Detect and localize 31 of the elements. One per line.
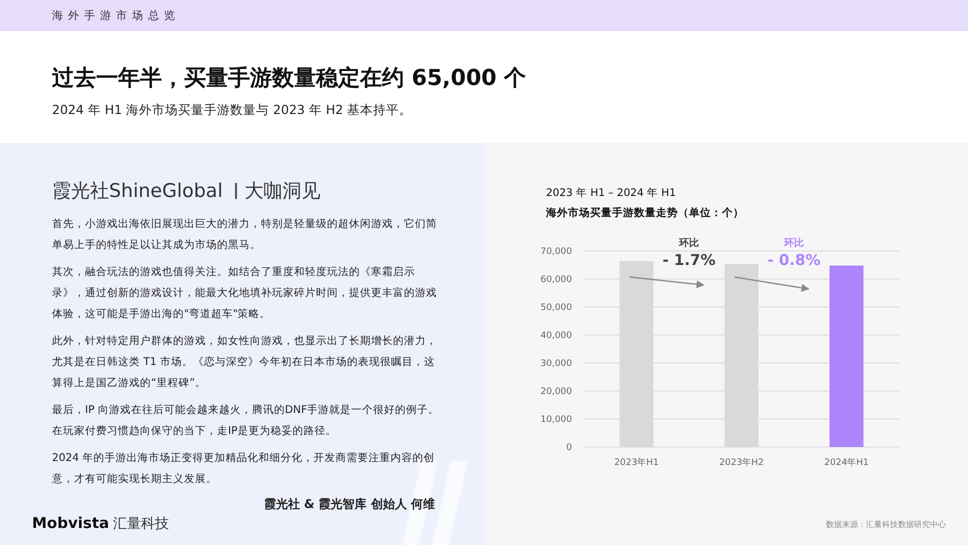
category-label: 2023年H1 bbox=[614, 458, 659, 468]
chart-title: 2023 年 H1 – 2024 年 H1 bbox=[545, 186, 677, 200]
axis-tick-label: 70,000 bbox=[540, 247, 572, 257]
category-label: 2024年H1 bbox=[824, 458, 869, 468]
axis-tick-label: 20,000 bbox=[540, 387, 572, 397]
insight-paragraph: 2024 年的手游出海市场正变得更加精品化和细分化，开发商需要注重内容的创意，才有可能实现长期主义发展。 bbox=[52, 451, 436, 487]
headline-subtitle: 2024 年 H1 海外市场买量手游数量与 2023 年 H2 基本持平。 bbox=[52, 102, 414, 119]
logo-wordmark: Mobvista bbox=[32, 514, 110, 532]
insight-paragraph: 首先，小游戏出海依旧展现出巨大的潜力，特别是轻量级的超休闲游戏，它们简单易上手的特性足以让其成为市场的黑马。 bbox=[52, 217, 438, 253]
chart-title: 海外市场买量手游数量走势（单位：个） bbox=[545, 206, 745, 220]
data-source: 数据来源：汇量科技数据研究中心 bbox=[826, 519, 946, 530]
insight-paragraph: 最后，IP 向游戏在往后可能会越来越火，腾讯的DNF手游就是一个很好的例子。在玩家付费习惯趋向保守的当下，走IP是更为稳妥的路径。 bbox=[52, 403, 440, 439]
section-title: 海外手游市场总览 bbox=[52, 8, 180, 23]
change-label: 环比 bbox=[784, 238, 804, 249]
change-value: - 0.8% bbox=[767, 251, 821, 269]
change-value: - 1.7% bbox=[662, 251, 716, 269]
axis-tick-label: 0 bbox=[566, 443, 572, 453]
logo-chinese-name: 汇量科技 bbox=[113, 515, 170, 533]
category-label: 2023年H2 bbox=[719, 458, 764, 468]
axis-tick-label: 60,000 bbox=[540, 275, 572, 285]
axis-tick-label: 40,000 bbox=[540, 331, 572, 341]
column-name: 大咖洞见 bbox=[244, 179, 321, 204]
axis-tick-label: 10,000 bbox=[540, 415, 572, 425]
axis-tick-label: 50,000 bbox=[540, 303, 572, 313]
brand-name: 霞光社ShineGlobal bbox=[52, 183, 237, 199]
headline-title: 过去一年半，买量手游数量稳定在约 65,000 个 bbox=[52, 64, 528, 93]
signature: 霞光社 & 霞光智库 创始人 何维 bbox=[262, 496, 435, 513]
insight-paragraph: 其次，融合玩法的游戏也值得关注。如结合了重度和轻度玩法的《寒霜启示录》，通过创新的游戏设计，能最大化地填补玩家碎片时间，提供更丰富的游戏体验，这可能是手游出海的"弯道超车"策略。 bbox=[52, 265, 438, 322]
change-label: 环比 bbox=[679, 238, 699, 249]
axis-tick-label: 30,000 bbox=[540, 359, 572, 369]
insight-paragraph: 此外，针对特定用户群体的游戏，如女性向游戏，也显示出了长期增长的潜力，尤其是在日韩这类 T1 市场。《恋与深空》今年初在日本市场的表现很瞩目，这算得上是国乙游戏的“里程碑”。 bbox=[52, 334, 438, 391]
